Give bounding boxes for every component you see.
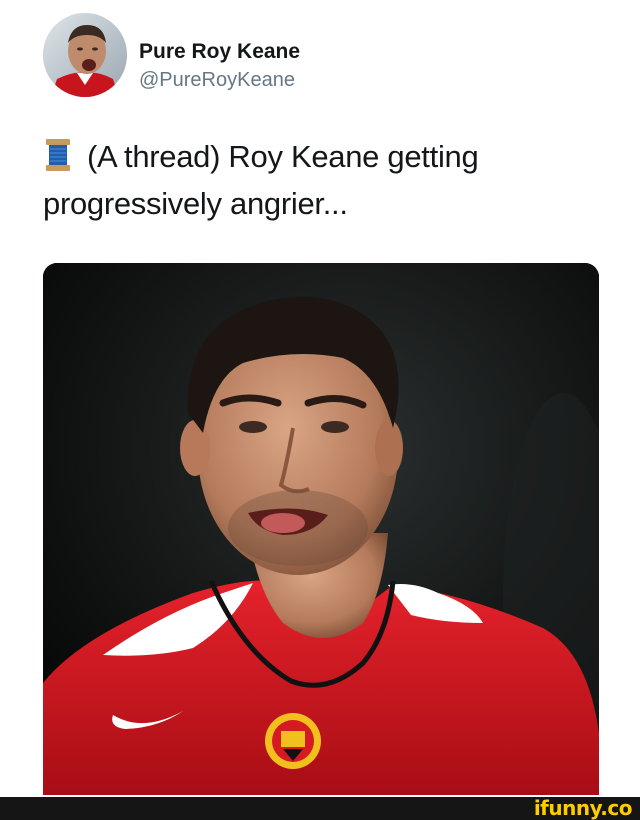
club-crest-icon [265,713,321,769]
display-name[interactable]: Pure Roy Keane [139,40,300,64]
tweet-photo[interactable] [43,263,599,795]
spool-of-thread-icon [43,138,73,172]
watermark-bar: ifunny.co [0,797,640,820]
photo-image [43,263,599,795]
watermark-logo: ifunny.co [533,796,633,820]
avatar[interactable] [43,13,127,97]
tweet-header: Pure Roy Keane @PureRoyKeane [43,13,603,99]
tweet-text: (A thread) Roy Keane getting progressive… [43,139,479,221]
user-handle[interactable]: @PureRoyKeane [139,69,295,92]
tweet-text-block: (A thread) Roy Keane getting progressive… [43,133,603,227]
avatar-image [43,13,127,97]
